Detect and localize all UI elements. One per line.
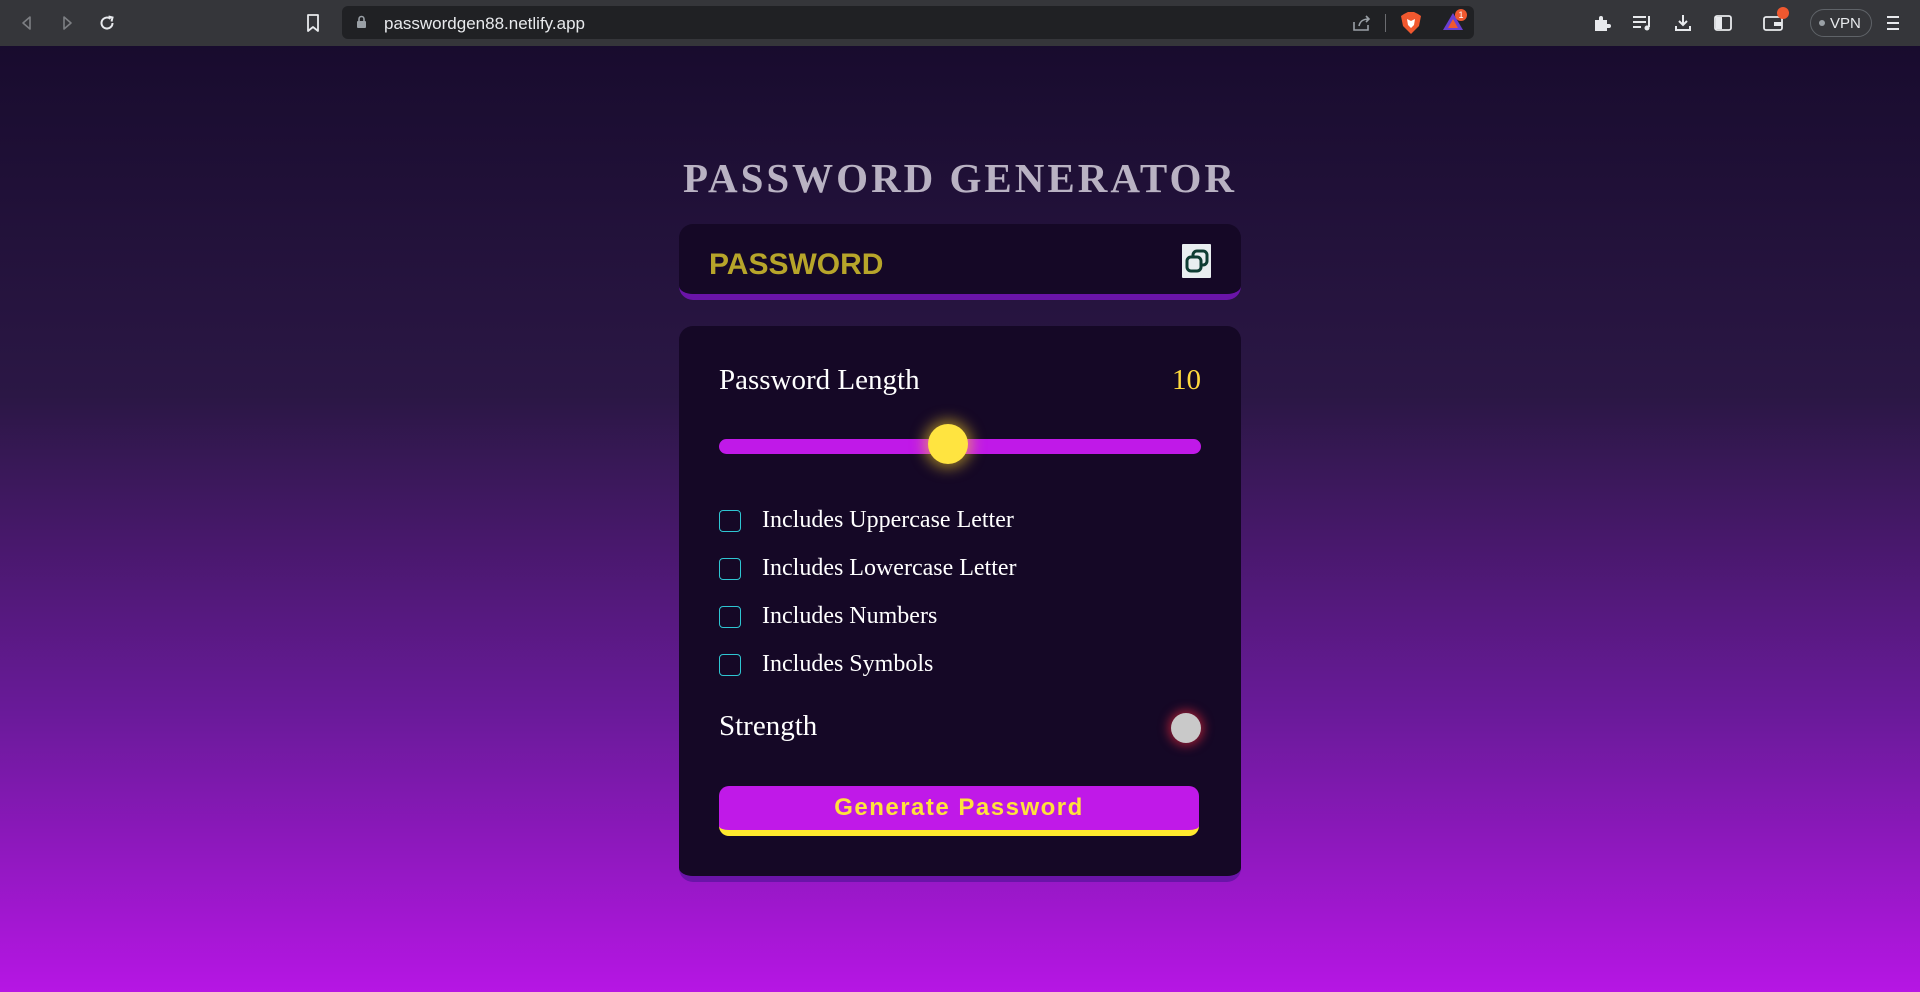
settings-panel: Password Length 10 Includes Uppercase Le…	[679, 326, 1241, 882]
browser-toolbar: passwordgen88.netlify.app 1 VPN	[0, 0, 1920, 46]
length-label: Password Length	[719, 364, 920, 396]
numbers-label: Includes Numbers	[762, 603, 938, 629]
copy-icon	[1185, 249, 1208, 273]
rewards-badge: 1	[1455, 9, 1467, 21]
vpn-button[interactable]: VPN	[1810, 9, 1872, 37]
password-display: PASSWORD	[679, 224, 1241, 300]
strength-label: Strength	[719, 710, 818, 742]
forward-icon[interactable]	[53, 9, 81, 37]
length-value: 10	[1172, 364, 1201, 396]
lowercase-checkbox[interactable]	[719, 557, 741, 580]
brave-rewards-icon[interactable]: 1	[1442, 9, 1467, 38]
back-icon[interactable]	[13, 9, 41, 37]
share-icon[interactable]	[1352, 14, 1372, 37]
address-bar[interactable]: passwordgen88.netlify.app 1	[342, 6, 1474, 39]
url-text[interactable]: passwordgen88.netlify.app	[384, 14, 585, 34]
option-symbols[interactable]: Includes Symbols	[719, 651, 933, 678]
slider-thumb[interactable]	[927, 424, 968, 464]
option-uppercase[interactable]: Includes Uppercase Letter	[719, 507, 1014, 534]
symbols-label: Includes Symbols	[762, 651, 934, 677]
download-icon[interactable]	[1670, 10, 1696, 36]
uppercase-checkbox[interactable]	[719, 509, 741, 532]
page-title: PASSWORD GENERATOR	[682, 155, 1238, 201]
password-text: PASSWORD	[709, 248, 884, 281]
wallet-notification-dot	[1777, 7, 1789, 19]
numbers-checkbox[interactable]	[719, 605, 741, 628]
menu-icon[interactable]	[1880, 10, 1906, 36]
copy-button[interactable]	[1182, 244, 1211, 278]
option-lowercase[interactable]: Includes Lowercase Letter	[719, 555, 1017, 582]
generate-password-button[interactable]: Generate Password	[719, 786, 1199, 836]
uppercase-label: Includes Uppercase Letter	[762, 507, 1014, 533]
playlist-icon[interactable]	[1630, 10, 1656, 36]
vpn-status-dot	[1819, 20, 1825, 26]
strength-indicator	[1171, 713, 1201, 743]
option-numbers[interactable]: Includes Numbers	[719, 603, 937, 630]
symbols-checkbox[interactable]	[719, 653, 741, 676]
reload-icon[interactable]	[93, 9, 121, 37]
lowercase-label: Includes Lowercase Letter	[762, 555, 1017, 581]
vpn-label: VPN	[1830, 14, 1861, 32]
url-divider	[1385, 14, 1386, 32]
lock-icon	[356, 15, 367, 34]
bookmark-icon[interactable]	[299, 9, 327, 37]
extensions-icon[interactable]	[1589, 10, 1615, 36]
sidebar-icon[interactable]	[1710, 10, 1736, 36]
wallet-icon[interactable]	[1760, 7, 1789, 36]
brave-shields-icon[interactable]	[1400, 11, 1422, 40]
